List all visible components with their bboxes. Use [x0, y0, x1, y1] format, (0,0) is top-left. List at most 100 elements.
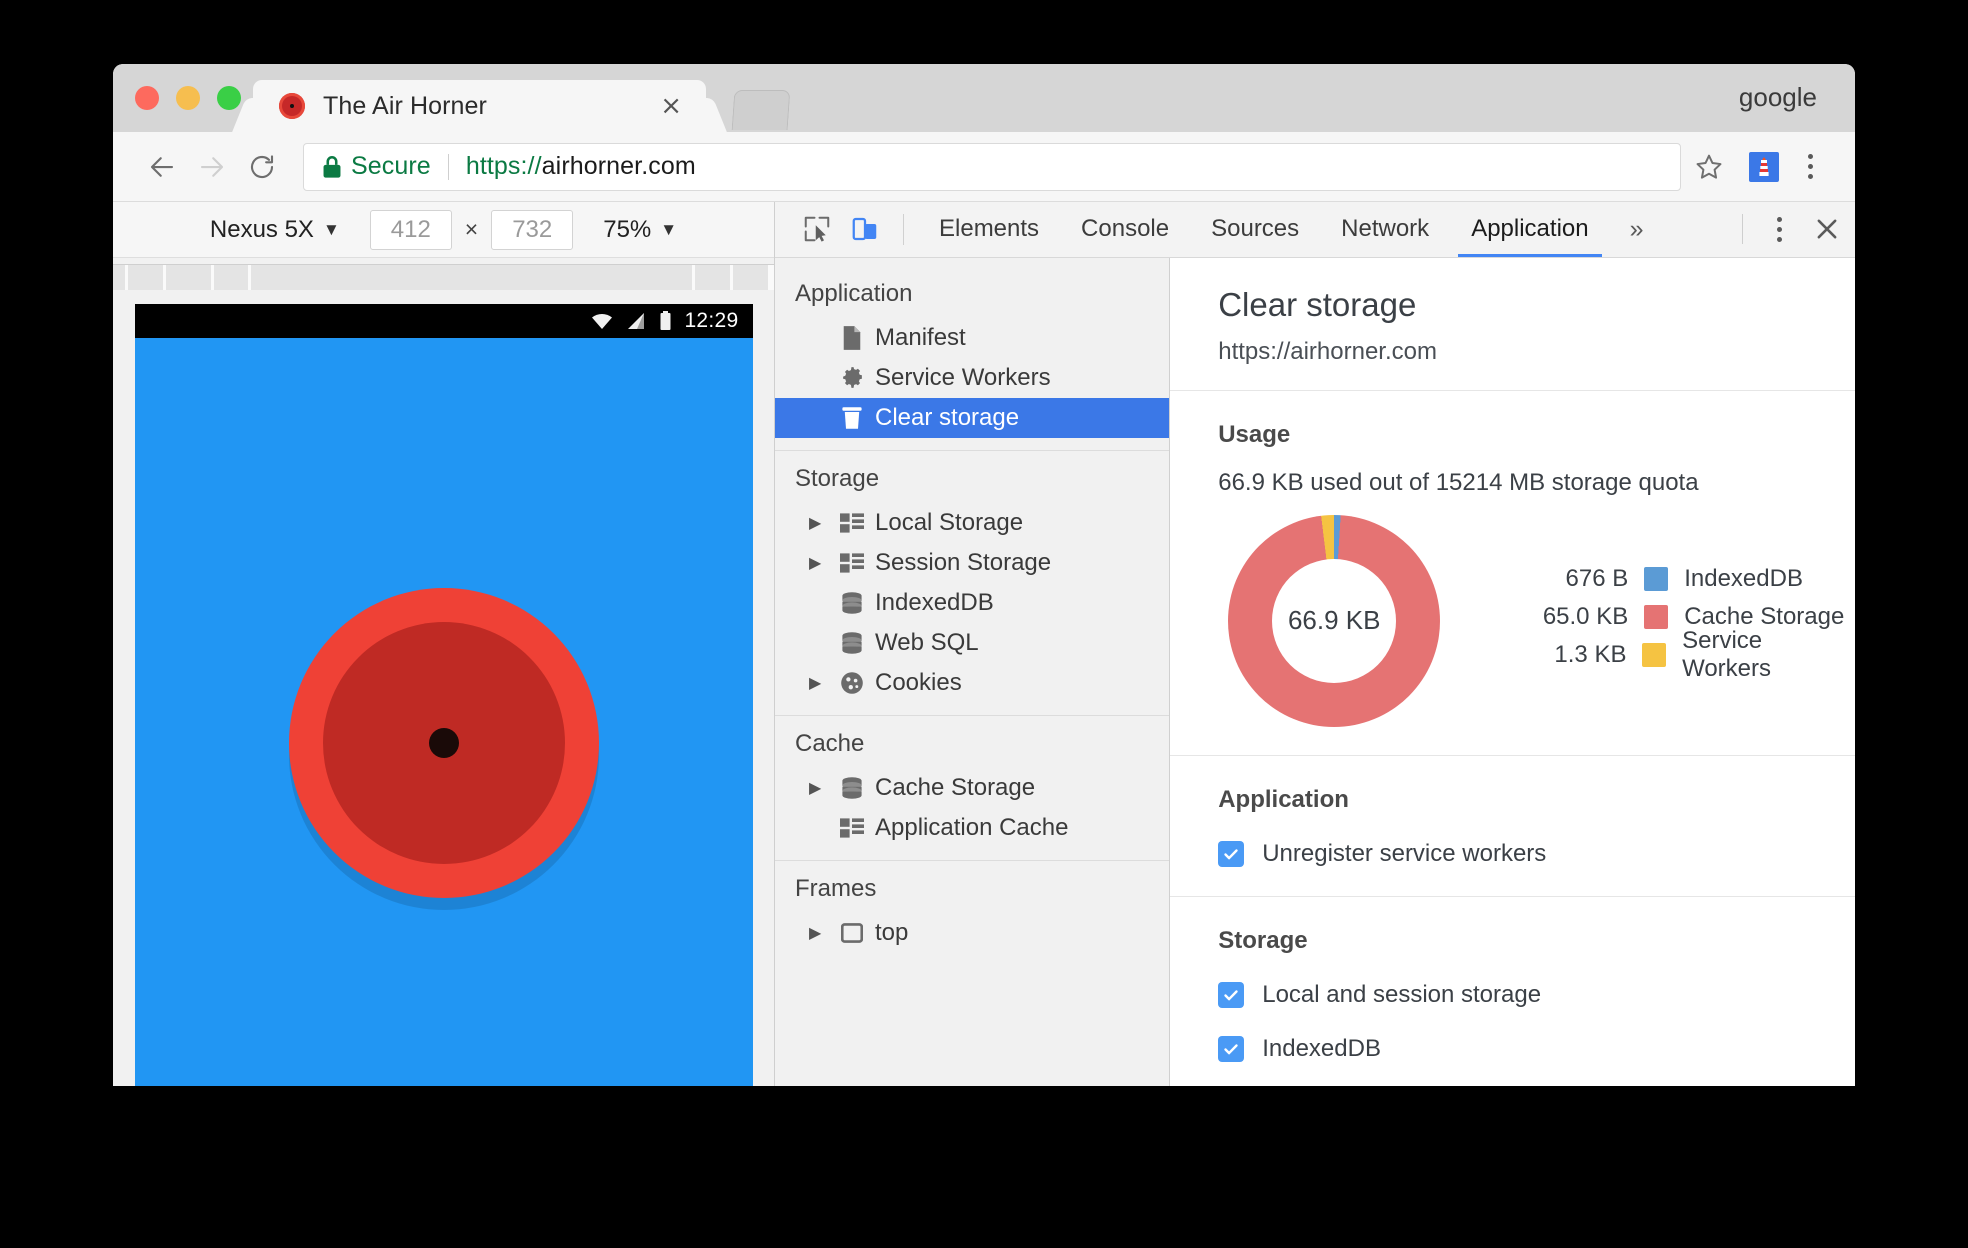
- toggle-device-toolbar-icon[interactable]: [841, 202, 889, 257]
- sidebar-item-label: top: [875, 918, 909, 946]
- usage-heading: Usage: [1218, 420, 1291, 448]
- battery-icon: [660, 311, 671, 330]
- device-width-input[interactable]: 412: [369, 209, 452, 250]
- application-sidebar: Application Manifest Service Workers Cle…: [775, 257, 1171, 1086]
- sidebar-item-label: Clear storage: [875, 403, 1020, 431]
- tab-label: Sources: [1211, 215, 1300, 243]
- sidebar-item-manifest[interactable]: Manifest: [775, 318, 1169, 358]
- airhorn-stage: [135, 338, 753, 898]
- legend-value: 65.0 KB: [1542, 602, 1629, 630]
- checkbox-row-indexeddb[interactable]: IndexedDB: [1218, 1035, 1855, 1063]
- usage-legend: 676 B IndexedDB 65.0 KB Cache Storage 1.…: [1512, 564, 1855, 682]
- address-bar[interactable]: Secure https://airhorner.com: [303, 142, 1681, 191]
- legend-item-service-workers: 1.3 KB Service Workers: [1512, 627, 1855, 682]
- device-ruler-wrap: [113, 258, 775, 292]
- table-icon: [835, 553, 869, 573]
- arrow-right-icon: [200, 156, 224, 177]
- airhorn-center-dot: [428, 728, 459, 758]
- sidebar-section-cache: Cache: [795, 729, 865, 757]
- sidebar-item-application-cache[interactable]: Application Cache: [775, 808, 1169, 848]
- sidebar-item-web-sql[interactable]: Web SQL: [775, 623, 1169, 663]
- expand-triangle-icon[interactable]: ▶: [809, 553, 835, 573]
- expand-triangle-icon[interactable]: ▶: [809, 673, 835, 693]
- airhorn-button[interactable]: [288, 588, 599, 898]
- checkbox-label: Unregister service workers: [1262, 839, 1547, 867]
- maximize-window-button[interactable]: [217, 86, 241, 110]
- sidebar-item-session-storage[interactable]: ▶ Session Storage: [775, 543, 1169, 583]
- sidebar-divider: [775, 859, 1170, 861]
- sidebar-item-service-workers[interactable]: Service Workers: [775, 358, 1169, 398]
- device-selector[interactable]: Nexus 5X ▼: [210, 216, 340, 244]
- database-icon: [835, 776, 869, 800]
- inspect-element-icon[interactable]: [793, 202, 841, 257]
- forward-button[interactable]: [187, 142, 237, 192]
- toolbar-divider: [903, 214, 904, 245]
- device-width-ruler[interactable]: [113, 264, 775, 290]
- expand-triangle-icon[interactable]: ▶: [809, 778, 835, 798]
- zoom-selector[interactable]: 75% ▼: [603, 216, 677, 244]
- close-window-button[interactable]: [135, 86, 159, 110]
- reload-icon: [250, 154, 274, 178]
- sidebar-item-clear-storage[interactable]: Clear storage: [775, 397, 1170, 438]
- sidebar-item-cache-storage[interactable]: ▶ Cache Storage: [775, 768, 1169, 808]
- airhorn-inner-circle: [322, 622, 565, 864]
- more-tabs-button[interactable]: »: [1610, 202, 1664, 257]
- checkbox-local-and-session-storage[interactable]: [1218, 981, 1245, 1008]
- sidebar-section-frames: Frames: [795, 874, 877, 902]
- legend-value: 1.3 KB: [1554, 640, 1627, 668]
- sidebar-section-storage: Storage: [795, 464, 880, 492]
- device-toolbar: Nexus 5X ▼ 412 × 732 75% ▼: [113, 202, 774, 258]
- tab-network[interactable]: Network: [1320, 202, 1450, 257]
- close-devtools-button[interactable]: [1799, 215, 1855, 243]
- sidebar-item-indexeddb[interactable]: IndexedDB: [775, 583, 1169, 623]
- tab-label: Elements: [939, 215, 1040, 243]
- reload-button[interactable]: [237, 142, 287, 192]
- dimension-separator: ×: [464, 216, 479, 242]
- tab-console[interactable]: Console: [1060, 202, 1190, 257]
- lighthouse-extension-icon[interactable]: [1749, 151, 1779, 182]
- sidebar-item-top-frame[interactable]: ▶ top: [775, 913, 1169, 953]
- screenshot-root: The Air Horner × google Secure https://a…: [0, 0, 1968, 1248]
- devtools-menu-button[interactable]: [1759, 216, 1799, 242]
- gear-icon: [835, 365, 869, 390]
- usage-donut-chart[interactable]: 66.9 KB: [1228, 514, 1441, 727]
- checkbox-indexeddb[interactable]: [1218, 1035, 1245, 1062]
- legend-label: Service Workers: [1682, 626, 1771, 682]
- expand-triangle-icon[interactable]: ▶: [809, 923, 835, 943]
- device-viewport[interactable]: 12:29: [134, 304, 753, 1086]
- panel-header: Clear storage https://airhorner.com: [1170, 258, 1855, 391]
- usage-summary: 66.9 KB used out of 15214 MB storage quo…: [1218, 468, 1699, 496]
- new-tab-button[interactable]: [731, 90, 791, 130]
- devtools-panel: Elements Console Sources Network Applica…: [775, 202, 1855, 1086]
- url-scheme: https://: [465, 152, 542, 180]
- tab-title: The Air Horner: [323, 91, 487, 120]
- profile-name[interactable]: google: [1739, 82, 1817, 113]
- sidebar-section-application: Application: [795, 279, 913, 307]
- sidebar-item-local-storage[interactable]: ▶ Local Storage: [775, 503, 1169, 543]
- tab-application[interactable]: Application: [1450, 202, 1609, 257]
- device-height-input[interactable]: 732: [491, 209, 574, 250]
- back-button[interactable]: [137, 142, 187, 192]
- window-controls: [135, 86, 241, 110]
- frame-icon: [835, 922, 869, 943]
- panel-origin: https://airhorner.com: [1218, 337, 1437, 365]
- check-icon: [1224, 848, 1238, 859]
- lock-icon: [322, 155, 342, 179]
- sidebar-item-label: Service Workers: [875, 363, 1051, 391]
- close-tab-button[interactable]: ×: [660, 93, 682, 119]
- tab-elements[interactable]: Elements: [918, 202, 1060, 257]
- expand-triangle-icon[interactable]: ▶: [809, 513, 835, 533]
- close-icon: [1817, 219, 1837, 239]
- tab-sources[interactable]: Sources: [1190, 202, 1320, 257]
- checkbox-row-local-and-session-storage[interactable]: Local and session storage: [1218, 981, 1855, 1009]
- minimize-window-button[interactable]: [176, 86, 200, 110]
- bookmark-star-icon[interactable]: [1693, 151, 1725, 183]
- checkbox-unregister-service-workers[interactable]: [1218, 840, 1245, 867]
- cellular-signal-icon: [628, 313, 645, 329]
- sidebar-item-label: Manifest: [875, 323, 966, 351]
- chrome-menu-button[interactable]: [1793, 154, 1827, 179]
- checkbox-row-unregister-service-workers[interactable]: Unregister service workers: [1218, 840, 1855, 868]
- sidebar-item-cookies[interactable]: ▶ Cookies: [775, 663, 1169, 703]
- browser-tab[interactable]: The Air Horner ×: [253, 80, 706, 132]
- android-status-bar: 12:29: [134, 304, 753, 338]
